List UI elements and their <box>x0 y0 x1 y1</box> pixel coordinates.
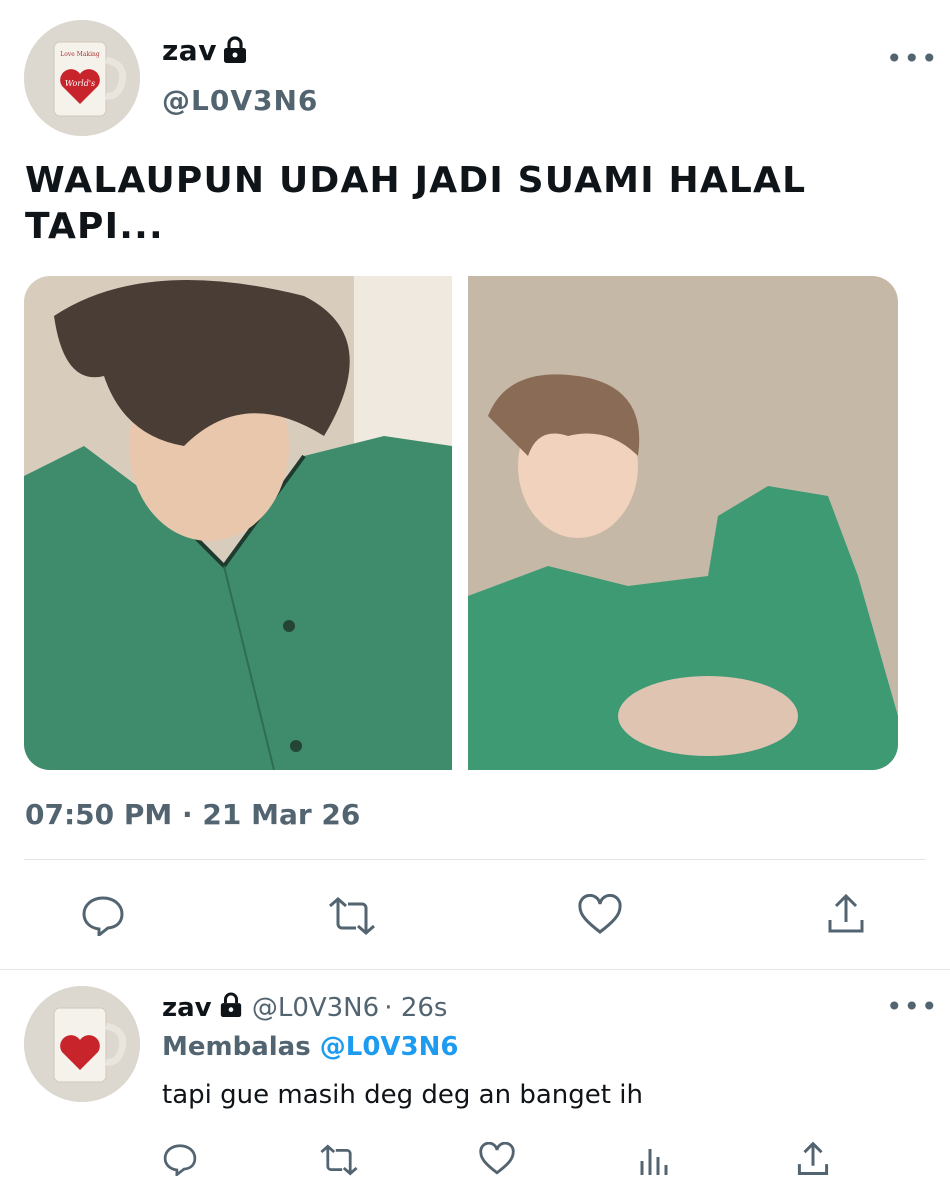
media-grid <box>24 276 898 770</box>
display-name-text[interactable]: zav <box>162 34 217 67</box>
tweet-text-line-2: TAPI... <box>25 206 164 247</box>
lock-icon <box>219 992 243 1018</box>
heart-icon[interactable] <box>577 894 623 936</box>
reply-retweet-icon[interactable] <box>318 1144 360 1176</box>
divider <box>24 859 926 860</box>
tweet-photo-1[interactable] <box>24 276 452 770</box>
replying-to: Membalas @L0V3N6 <box>162 1032 458 1062</box>
reply-more-options-icon[interactable]: ••• <box>886 990 939 1023</box>
svg-text:World's: World's <box>65 79 95 88</box>
reply-dot: · <box>384 993 401 1023</box>
tweet-text: WALAUPUN UDAH JADI SUAMI HALAL TAPI... <box>25 158 806 250</box>
avatar[interactable]: Love Making World's <box>24 20 140 136</box>
display-name[interactable]: zav <box>162 34 217 67</box>
reply-reply-icon[interactable] <box>162 1142 198 1176</box>
reply-age[interactable]: 26s <box>401 993 448 1023</box>
svg-text:Love Making: Love Making <box>60 51 100 58</box>
replying-to-prefix: Membalas <box>162 1032 311 1062</box>
reply-icon[interactable] <box>80 894 126 936</box>
tweet-photo-2[interactable] <box>468 276 898 770</box>
reply-header: zav @L0V3N6 · 26s <box>162 992 447 1023</box>
reply-display-name[interactable]: zav <box>162 993 212 1023</box>
section-divider <box>0 969 950 970</box>
share-icon[interactable] <box>826 892 866 936</box>
replying-to-mention[interactable]: @L0V3N6 <box>320 1032 459 1062</box>
timestamp[interactable]: 07:50 PM · 21 Mar 26 <box>25 798 360 831</box>
lock-icon <box>222 36 248 64</box>
handle[interactable]: @L0V3N6 <box>162 84 318 117</box>
reply-heart-icon[interactable] <box>478 1142 516 1176</box>
timestamp-time[interactable]: 07:50 PM <box>25 798 172 831</box>
tweet-text-line-1: WALAUPUN UDAH JADI SUAMI HALAL <box>25 160 807 201</box>
views-icon[interactable] <box>638 1143 670 1177</box>
more-options-icon[interactable]: ••• <box>886 42 939 75</box>
timestamp-date[interactable]: 21 Mar 26 <box>202 798 360 831</box>
reply-handle[interactable]: @L0V3N6 <box>252 993 379 1023</box>
reply-avatar[interactable] <box>24 986 140 1102</box>
timestamp-separator: · <box>182 798 203 831</box>
retweet-icon[interactable] <box>326 896 378 936</box>
reply-text: tapi gue masih deg deg an banget ih <box>162 1080 643 1110</box>
reply-share-icon[interactable] <box>796 1140 830 1178</box>
